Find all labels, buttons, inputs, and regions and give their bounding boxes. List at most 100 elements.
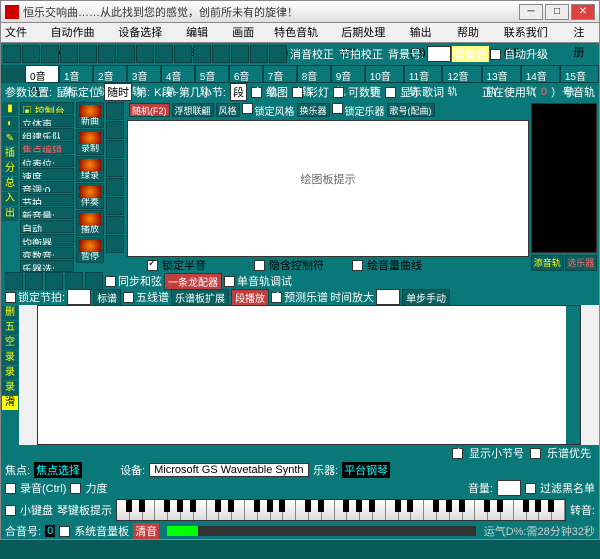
bgcolor-button[interactable]: 背景色 <box>452 46 489 62</box>
rail-icon[interactable]: 总 <box>2 177 18 191</box>
maximize-button[interactable]: □ <box>545 4 569 20</box>
menu-view[interactable]: 画面(I) <box>232 23 264 42</box>
menu-auto[interactable]: 自动作曲(A) <box>51 23 109 42</box>
tool-icon[interactable] <box>250 45 268 63</box>
tool-icon[interactable] <box>25 272 43 290</box>
accomp-button[interactable]: 伴奏 <box>76 183 104 209</box>
tool-icon[interactable] <box>136 45 154 63</box>
tool-icon[interactable] <box>106 121 124 139</box>
volcurve-check[interactable] <box>352 260 363 271</box>
menu-edit[interactable]: 编辑(E) <box>186 23 222 42</box>
lockhalf-check[interactable] <box>147 260 158 271</box>
menu-contact[interactable]: 联系我们(M) <box>504 23 564 42</box>
tool-icon[interactable] <box>45 272 63 290</box>
mute-fix-label[interactable]: 消音校正 <box>288 46 336 62</box>
menu-file[interactable]: 文件(F) <box>5 23 41 42</box>
tool-icon[interactable] <box>106 178 124 196</box>
rail-icon[interactable]: ✎ <box>2 132 18 146</box>
tab-track-8[interactable]: 8音轨 <box>297 65 331 83</box>
tempo-input[interactable] <box>67 289 91 305</box>
float-button[interactable]: 浮想联翩 <box>172 103 214 117</box>
realtime-select[interactable]: 随时 <box>104 83 132 101</box>
tab-track-14[interactable]: 14音轨 <box>521 65 560 83</box>
tool-icon[interactable] <box>106 216 124 234</box>
lockinst-check[interactable] <box>332 103 343 114</box>
lockstyle-check[interactable] <box>242 103 253 114</box>
tab-track-1[interactable]: 1音轨 <box>59 65 93 83</box>
rail-icon[interactable]: ◐ <box>2 117 18 131</box>
dragon-button[interactable]: 一条龙配器 <box>164 273 222 290</box>
autoup-check[interactable] <box>490 49 501 60</box>
rail-icon[interactable]: 滑 <box>2 396 18 410</box>
vol-input[interactable] <box>497 480 521 496</box>
auto-button[interactable]: 自动 <box>20 220 74 232</box>
rail-icon[interactable]: 出 <box>2 207 18 221</box>
tool-icon[interactable] <box>106 159 124 177</box>
locktempo-check[interactable] <box>5 292 16 303</box>
tab-track-5[interactable]: 5音轨 <box>195 65 229 83</box>
titlebar[interactable]: 恒乐交响曲……从此找到您的感觉，创前所未有的旋律！ ─ □ ✕ <box>1 1 599 23</box>
tab-track-0[interactable]: 0音轨 <box>25 65 59 83</box>
tool-icon[interactable] <box>98 45 116 63</box>
play-button[interactable]: 播放 <box>76 210 104 236</box>
style-button[interactable]: 风格 <box>216 103 240 117</box>
device-select[interactable]: Microsoft GS Wavetable Synth <box>149 463 309 477</box>
menu-register[interactable]: 注册 <box>573 23 595 42</box>
zoom-input[interactable] <box>376 289 400 305</box>
tool-icon[interactable] <box>117 45 135 63</box>
rail-icon[interactable]: 录A <box>2 351 18 365</box>
speed-label[interactable]: 速度 <box>20 168 74 180</box>
band-button[interactable]: 组建乐队 <box>20 128 74 140</box>
tool-icon[interactable] <box>231 45 249 63</box>
console-button[interactable]: ▣ 控制台 <box>20 102 74 114</box>
barnum-check[interactable] <box>452 448 463 459</box>
kbd-check[interactable] <box>5 505 16 516</box>
bgnum-input[interactable] <box>427 46 451 62</box>
tool-icon[interactable] <box>193 45 211 63</box>
tab-track-15[interactable]: 15音轨 <box>560 65 599 83</box>
tab-track-3[interactable]: 3音轨 <box>127 65 161 83</box>
tab-track-12[interactable]: 12音轨 <box>442 65 481 83</box>
menu-output[interactable]: 输出(O) <box>410 23 447 42</box>
tab-track-4[interactable]: 4音轨 <box>161 65 195 83</box>
tool-icon[interactable] <box>174 45 192 63</box>
tab-track-7[interactable]: 7音轨 <box>263 65 297 83</box>
pos-button[interactable]: 位表位: <box>20 155 74 167</box>
menu-device[interactable]: 设备选择(S) <box>118 23 176 42</box>
rail-icon[interactable]: 空 <box>2 336 18 350</box>
lido-check[interactable] <box>70 483 81 494</box>
draw-canvas[interactable]: 绘图板提示 <box>127 120 529 257</box>
minimize-button[interactable]: ─ <box>519 4 543 20</box>
preview-check[interactable] <box>271 292 282 303</box>
changeinst-button[interactable]: 换乐器 <box>297 103 330 117</box>
tool-icon[interactable] <box>106 197 124 215</box>
tool-icon[interactable] <box>65 272 83 290</box>
rail-icon[interactable]: 入 <box>2 192 18 206</box>
rec-check2[interactable] <box>5 483 16 494</box>
focus-select[interactable]: 焦点选择 <box>34 462 82 478</box>
sec-select[interactable]: 段 <box>230 83 247 101</box>
close-button[interactable]: ✕ <box>571 4 595 20</box>
rail-icon[interactable]: 删 <box>2 306 18 320</box>
single-check[interactable] <box>224 276 235 287</box>
rail-icon[interactable]: 分 <box>2 162 18 176</box>
tone-button[interactable]: 音调:0 <box>20 181 74 193</box>
tab-track-13[interactable]: 13音轨 <box>482 65 521 83</box>
tab-track-2[interactable]: 2音轨 <box>93 65 127 83</box>
pen-icon[interactable] <box>106 102 124 120</box>
tool-icon[interactable] <box>60 45 78 63</box>
piano-keyboard[interactable] <box>116 499 566 521</box>
lyric-check[interactable] <box>385 87 396 98</box>
menu-help[interactable]: 帮助(H) <box>457 23 494 42</box>
score-canvas[interactable] <box>37 305 581 445</box>
random-button[interactable]: 随机(F2) <box>129 103 170 117</box>
rail-icon[interactable]: 插 <box>2 147 18 161</box>
tool-icon[interactable] <box>269 45 287 63</box>
inst-button[interactable]: 乐器选: <box>20 260 74 272</box>
sync-check[interactable] <box>105 276 116 287</box>
clear-button[interactable]: 清音 <box>133 523 159 539</box>
focus-edit-button[interactable]: 焦点编辑 <box>20 141 74 153</box>
rail-icon[interactable]: 录B <box>2 366 18 380</box>
step-button[interactable]: 单步手动 <box>402 289 450 306</box>
sysvol-check[interactable] <box>59 526 70 537</box>
